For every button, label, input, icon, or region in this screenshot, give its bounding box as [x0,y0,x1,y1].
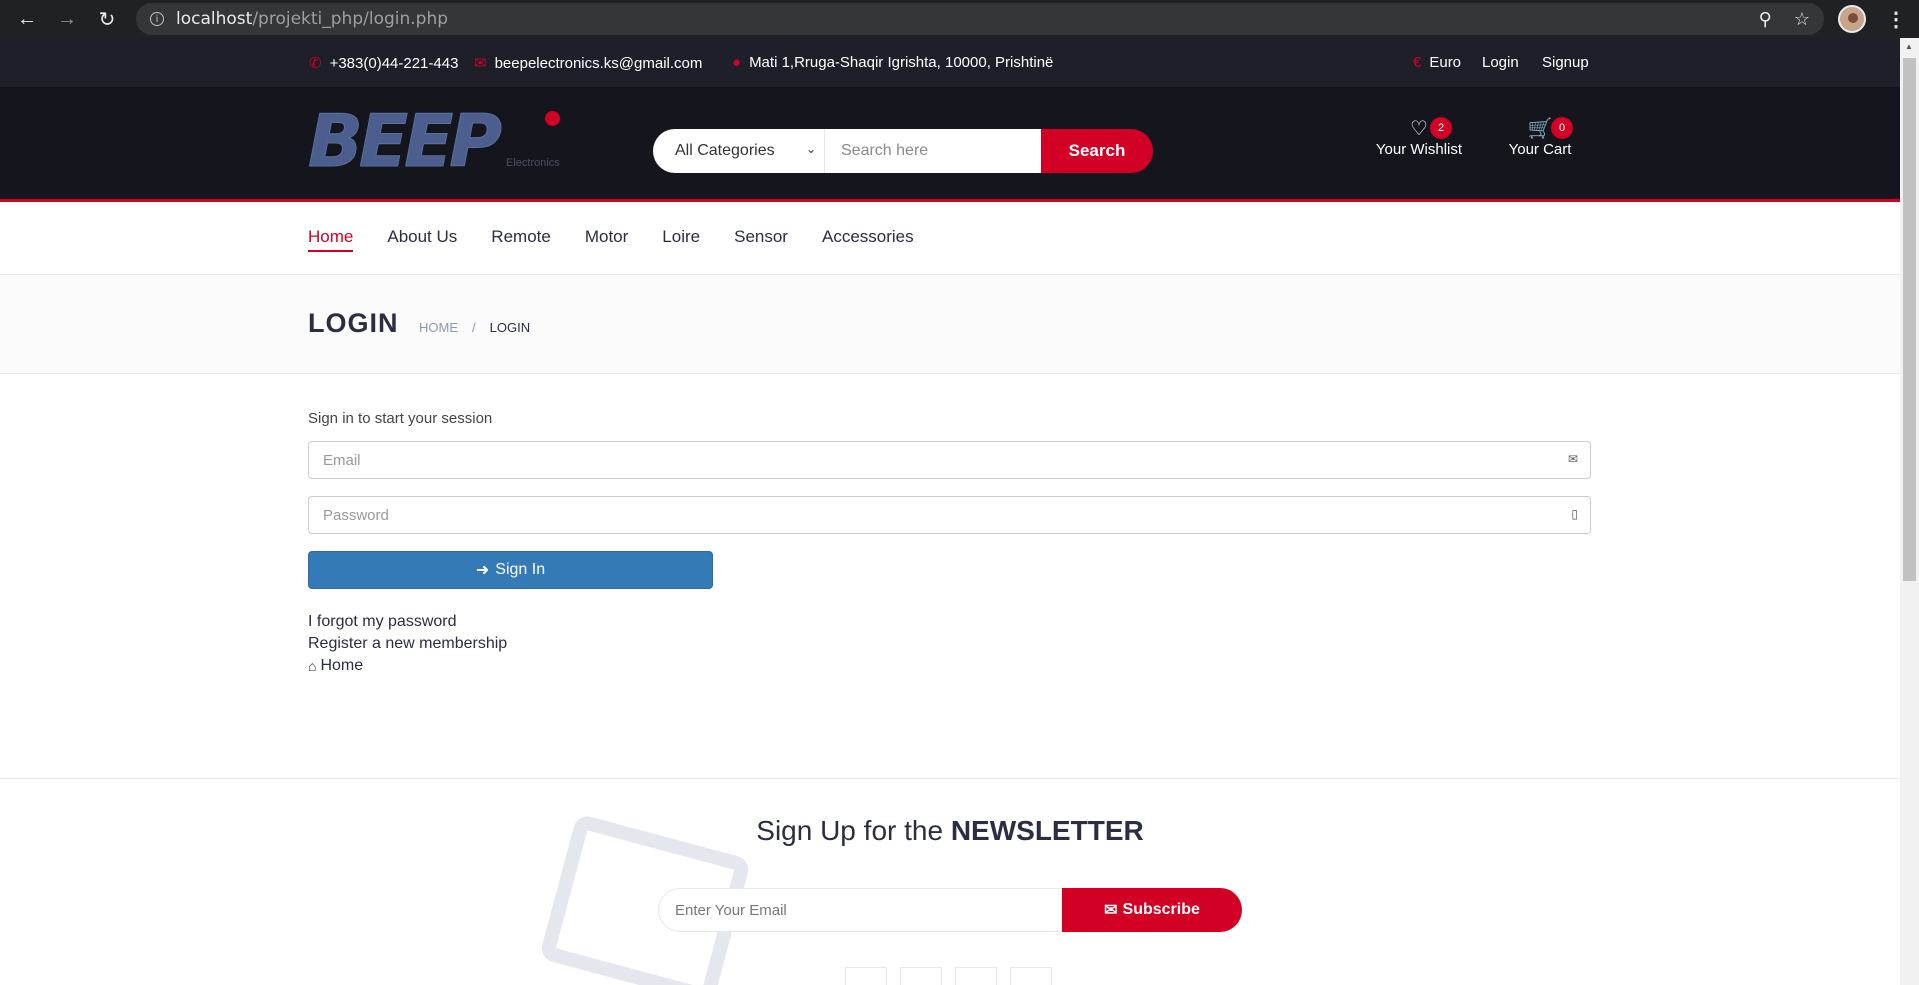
twitter-icon[interactable] [900,967,942,985]
search-input[interactable] [825,129,1041,173]
breadcrumb-home-link[interactable]: HOME [419,320,458,335]
main-header: BEEP Electronics All Categories ⌄ Search… [0,87,1900,202]
cart-count-badge: 0 [1551,117,1573,139]
page-title: LOGIN [308,308,399,338]
main-navigation: Home About Us Remote Motor Loire Sensor … [0,205,1900,275]
scroll-up-icon[interactable]: ▲ [1905,42,1913,51]
nav-item-remote[interactable]: Remote [491,227,551,252]
cart-button[interactable]: 🛒 Your Cart 0 [1506,117,1574,158]
bookmark-star-icon[interactable]: ☆ [1794,9,1810,30]
newsletter-heading: Sign Up for the NEWSLETTER [756,815,1144,846]
nav-item-motor[interactable]: Motor [585,227,628,252]
newsletter-email-input[interactable] [658,888,1062,932]
instagram-icon[interactable] [955,967,997,985]
contact-address[interactable]: ● Mati 1,Rruga-Shaqir Igrishta, 10000, P… [732,54,1053,71]
envelope-icon: ✉ [1104,902,1118,919]
login-links: I forgot my password Register a new memb… [308,611,507,677]
back-icon[interactable]: ← [10,2,44,36]
sign-in-label: Sign In [495,561,546,578]
zoom-icon[interactable]: ⚲ [1759,9,1772,30]
currency-selector[interactable]: € Euro [1413,54,1461,71]
subscribe-button[interactable]: ✉ Subscribe [1062,888,1242,932]
email-input[interactable] [309,442,1590,478]
register-link[interactable]: Register a new membership [308,633,507,655]
map-marker-icon: ● [732,54,742,71]
nav-item-sensor[interactable]: Sensor [734,227,788,252]
phone-text: +383(0)44-221-443 [329,54,459,72]
email-text: beepelectronics.ks@gmail.com [494,54,703,72]
cart-label: Your Cart [1508,141,1572,158]
lock-icon: ▯ [1571,507,1578,521]
wishlist-button[interactable]: ♡ Your Wishlist 2 [1373,117,1465,158]
email-field: ✉ [308,441,1591,479]
password-field: ▯ [308,496,1591,534]
category-selected-value: All Categories [675,142,775,159]
login-message: Sign in to start your session [308,410,493,427]
reload-icon[interactable]: ↻ [90,2,124,36]
signup-link[interactable]: Signup [1542,54,1589,71]
address-text: Mati 1,Rruga-Shaqir Igrishta, 10000, Pri… [749,54,1054,71]
contact-email[interactable]: ✉ beepelectronics.ks@gmail.com [474,54,703,73]
forgot-password-link[interactable]: I forgot my password [308,611,507,633]
breadcrumb-section: LOGIN HOME / LOGIN [0,275,1900,374]
facebook-icon[interactable] [845,967,887,985]
browser-menu-icon[interactable]: ⋮ [1886,7,1906,32]
home-link-label: Home [320,657,364,674]
wishlist-count-badge: 2 [1430,117,1452,139]
breadcrumb: HOME / LOGIN [419,320,530,335]
currency-label: Euro [1429,54,1462,71]
profile-avatar[interactable] [1838,5,1866,33]
scrollbar-thumb[interactable] [1903,58,1916,581]
breadcrumb-current: LOGIN [489,320,531,335]
euro-icon: € [1413,54,1422,71]
home-link[interactable]: ⌂ Home [308,655,507,677]
wishlist-label: Your Wishlist [1375,141,1463,158]
top-header: ✆ +383(0)44-221-443 ✉ beepelectronics.ks… [0,38,1900,87]
nav-item-loire[interactable]: Loire [662,227,700,252]
category-select[interactable]: All Categories ⌄ [653,129,825,173]
breadcrumb-separator: / [472,320,476,335]
login-link[interactable]: Login [1482,54,1519,71]
newsletter-form: ✉ Subscribe [658,888,1242,932]
pinterest-icon[interactable] [1010,967,1052,985]
logo-subtext: Electronics [506,157,560,169]
nav-item-home[interactable]: Home [308,227,354,252]
browser-toolbar: ← → ↻ i localhost/projekti_php/login.php… [0,0,1919,38]
home-icon: ⌂ [308,658,317,674]
page-scrollbar[interactable]: ▲ [1900,38,1919,985]
phone-icon: ✆ [309,55,322,72]
envelope-icon: ✉ [1567,452,1578,466]
url-text[interactable]: localhost/projekti_php/login.php [176,9,448,29]
password-input[interactable] [309,497,1590,533]
search-button[interactable]: Search [1041,129,1153,173]
envelope-icon: ✉ [474,55,487,72]
newsletter-section: Sign Up for the NEWSLETTER ✉ Subscribe [0,778,1900,985]
logo-dot [545,111,560,126]
nav-item-about-us[interactable]: About Us [387,227,457,252]
subscribe-label: Subscribe [1122,901,1200,918]
site-info-icon[interactable]: i [150,12,164,26]
address-bar[interactable]: i localhost/projekti_php/login.php ⚲ ☆ [136,3,1824,35]
sign-in-icon: ➜ [475,562,490,579]
chevron-down-icon: ⌄ [805,142,816,156]
sign-in-button[interactable]: ➜ Sign In [308,551,713,589]
search-form: All Categories ⌄ Search [653,129,1153,173]
forward-icon[interactable]: → [50,2,84,36]
contact-phone[interactable]: ✆ +383(0)44-221-443 [309,54,459,73]
beep-logo[interactable]: BEEP Electronics [308,105,568,178]
nav-item-accessories[interactable]: Accessories [822,227,914,252]
